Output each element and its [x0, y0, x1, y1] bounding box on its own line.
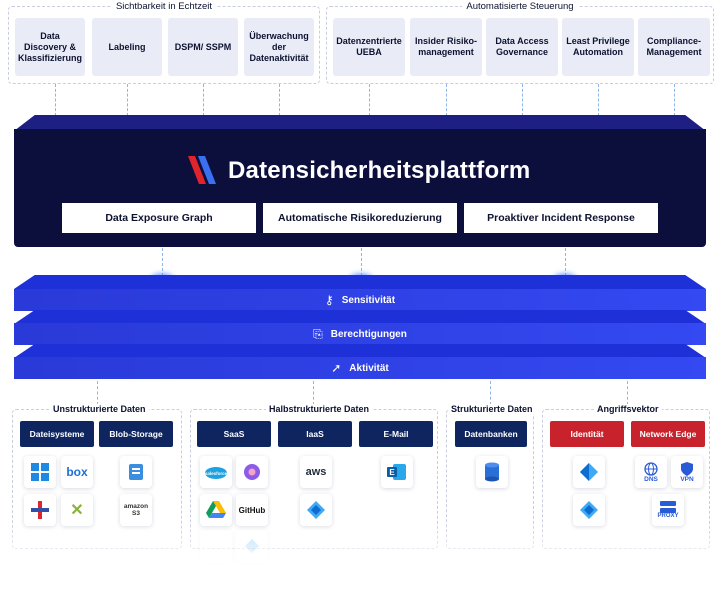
aws-icon: aws [300, 456, 332, 488]
feature-exposure-graph: Data Exposure Graph [62, 203, 256, 233]
svg-text:E: E [389, 468, 395, 477]
svg-text:salesforce: salesforce [205, 471, 228, 476]
layer-permissions: ⎘ Berechtigungen [14, 323, 706, 345]
cursor-click-icon: ➚ [331, 361, 342, 375]
cap-least-privilege: Least Privilege Automation [562, 18, 634, 76]
connector [627, 381, 628, 405]
connector [674, 84, 675, 116]
cap-labeling: Labeling [92, 18, 162, 76]
entra-id-icon [573, 456, 605, 488]
connector [369, 84, 370, 116]
layer-activity: ➚ Aktivität [14, 357, 706, 379]
exchange-icon: E [381, 456, 413, 488]
connector [598, 84, 599, 116]
dns-icon: DNS [635, 456, 667, 488]
layer-top-edge [14, 310, 706, 324]
connector [446, 84, 447, 116]
bottom-fade [0, 520, 720, 592]
cap-compliance: Compliance- Management [638, 18, 710, 76]
cap-insider-risk: Insider Risiko- management [410, 18, 482, 76]
document-lock-icon: ⎘ [313, 326, 323, 341]
brand-logo-icon [188, 156, 216, 184]
cat-network-edge: Network Edge [631, 421, 705, 447]
layer-top-edge [14, 275, 706, 289]
connector [565, 248, 566, 276]
key-icon: ⚷ [324, 293, 334, 307]
azure-blob-icon [120, 456, 152, 488]
platform-title: Datensicherheitsplattform [228, 157, 531, 184]
cap-access-governance: Data Access Governance [486, 18, 558, 76]
cat-file-systems: Dateisysteme [20, 421, 94, 447]
layer-label: Berechtigungen [330, 328, 407, 340]
control-title: Automatisierte Steuerung [462, 1, 578, 12]
cap-ueba: Datenzentrierte UEBA [333, 18, 405, 76]
cat-blob-storage: Blob-Storage [99, 421, 173, 447]
copilot-icon [236, 456, 268, 488]
box-icon: box [61, 456, 93, 488]
layer-label: Aktivität [349, 362, 389, 374]
connector [162, 248, 163, 276]
connector [127, 84, 128, 116]
vpn-icon: VPN [671, 456, 703, 488]
database-icon [476, 456, 508, 488]
visibility-title: Sichtbarkeit in Echtzeit [111, 1, 217, 12]
feature-incident-response: Proaktiver Incident Response [464, 203, 658, 233]
cat-identity: Identität [550, 421, 624, 447]
connector [203, 84, 204, 116]
connector [97, 381, 98, 405]
semistructured-title: Halbstrukturierte Daten [266, 404, 373, 414]
layer-sensitivity: ⚷ Sensitivität [14, 289, 706, 311]
connector [313, 381, 314, 405]
layer-top-edge [14, 344, 706, 358]
structured-title: Strukturierte Daten [448, 404, 536, 414]
connector [490, 381, 491, 405]
connector [55, 84, 56, 116]
feature-risk-reduction: Automatische Risikoreduzierung [263, 203, 457, 233]
cat-saas: SaaS [197, 421, 271, 447]
cat-email: E-Mail [359, 421, 433, 447]
cat-databases: Datenbanken [455, 421, 527, 447]
cap-dspm-sspm: DSPM/ SSPM [168, 18, 238, 76]
connector [522, 84, 523, 116]
salesforce-icon: salesforce [200, 456, 232, 488]
connector [361, 248, 362, 276]
windows-icon [24, 456, 56, 488]
layer-label: Sensitivität [341, 294, 396, 306]
unstructured-title: Unstrukturierte Daten [50, 404, 149, 414]
cap-activity-monitoring: Überwachung der Datenaktivität [244, 18, 314, 76]
connector [279, 84, 280, 116]
cap-data-discovery: Data Discovery & Klassifizierung [15, 18, 85, 76]
attack-title: Angriffsvektor [594, 404, 662, 414]
cat-iaas: IaaS [278, 421, 352, 447]
